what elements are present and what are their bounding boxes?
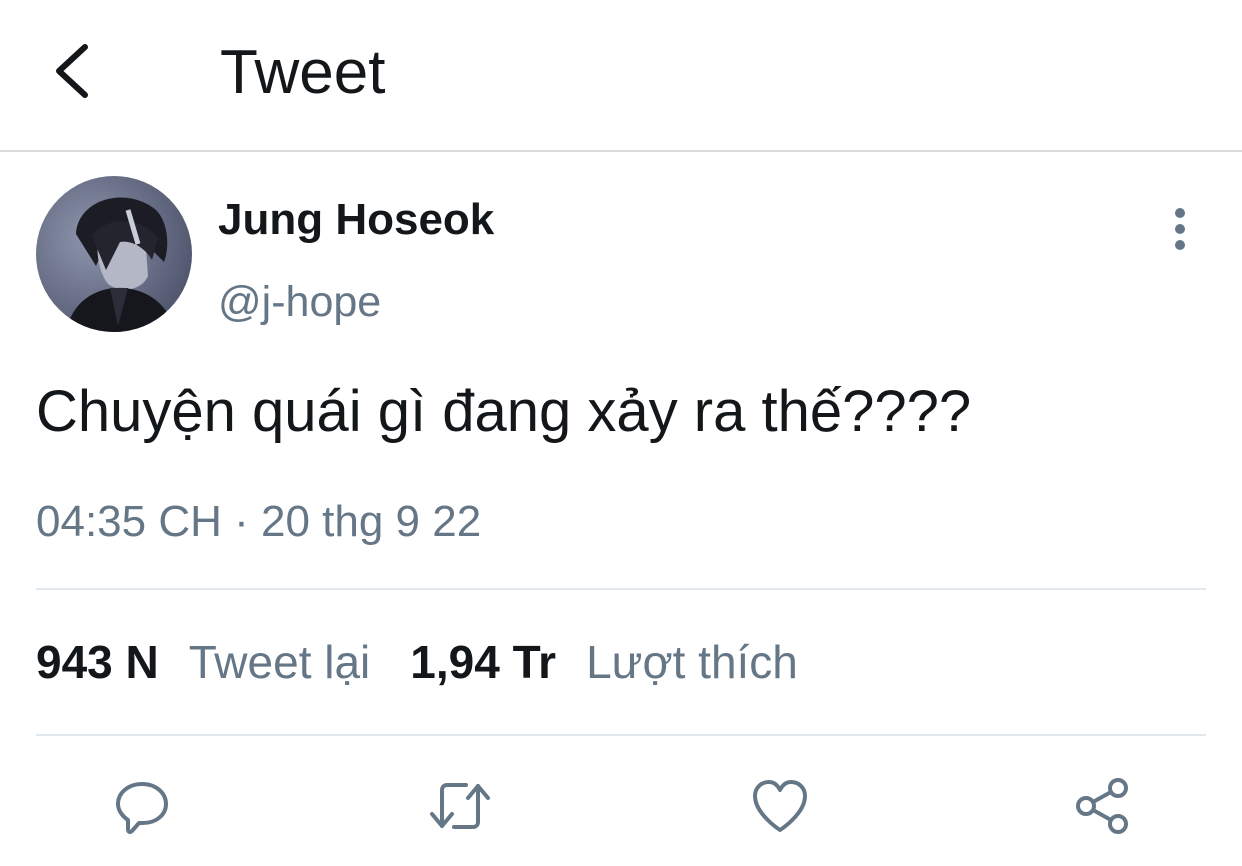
retweet-button[interactable]	[424, 770, 496, 842]
more-vertical-icon	[1175, 208, 1185, 250]
avatar-image	[36, 176, 192, 332]
heart-icon	[753, 780, 807, 832]
reply-button[interactable]	[106, 770, 178, 842]
author-handle[interactable]: @j-hope	[218, 276, 381, 328]
share-button[interactable]	[1066, 770, 1138, 842]
tweet-text: Chuyện quái gì đang xảy ra thế????	[36, 379, 972, 444]
back-button[interactable]	[36, 36, 106, 106]
divider	[36, 734, 1206, 736]
chevron-left-icon	[56, 44, 88, 98]
retweet-icon	[430, 783, 490, 829]
likes-count[interactable]: 1,94 Tr	[410, 630, 556, 694]
author-name[interactable]: Jung Hoseok	[218, 194, 494, 246]
likes-label[interactable]: Lượt thích	[586, 630, 798, 694]
more-options-button[interactable]	[1160, 204, 1200, 254]
share-icon	[1076, 778, 1128, 834]
retweets-label[interactable]: Tweet lại	[189, 630, 371, 694]
tweet-timestamp: 04:35 CH · 20 thg 9 22	[36, 497, 482, 546]
tweet-stats: 943 N Tweet lại 1,94 Tr Lượt thích	[36, 630, 798, 694]
divider	[36, 588, 1206, 590]
avatar[interactable]	[36, 176, 192, 332]
page-title: Tweet	[220, 38, 386, 107]
like-button[interactable]	[744, 770, 816, 842]
comment-icon	[116, 782, 168, 835]
retweets-count[interactable]: 943 N	[36, 630, 159, 694]
top-bar: Tweet	[0, 0, 1242, 152]
